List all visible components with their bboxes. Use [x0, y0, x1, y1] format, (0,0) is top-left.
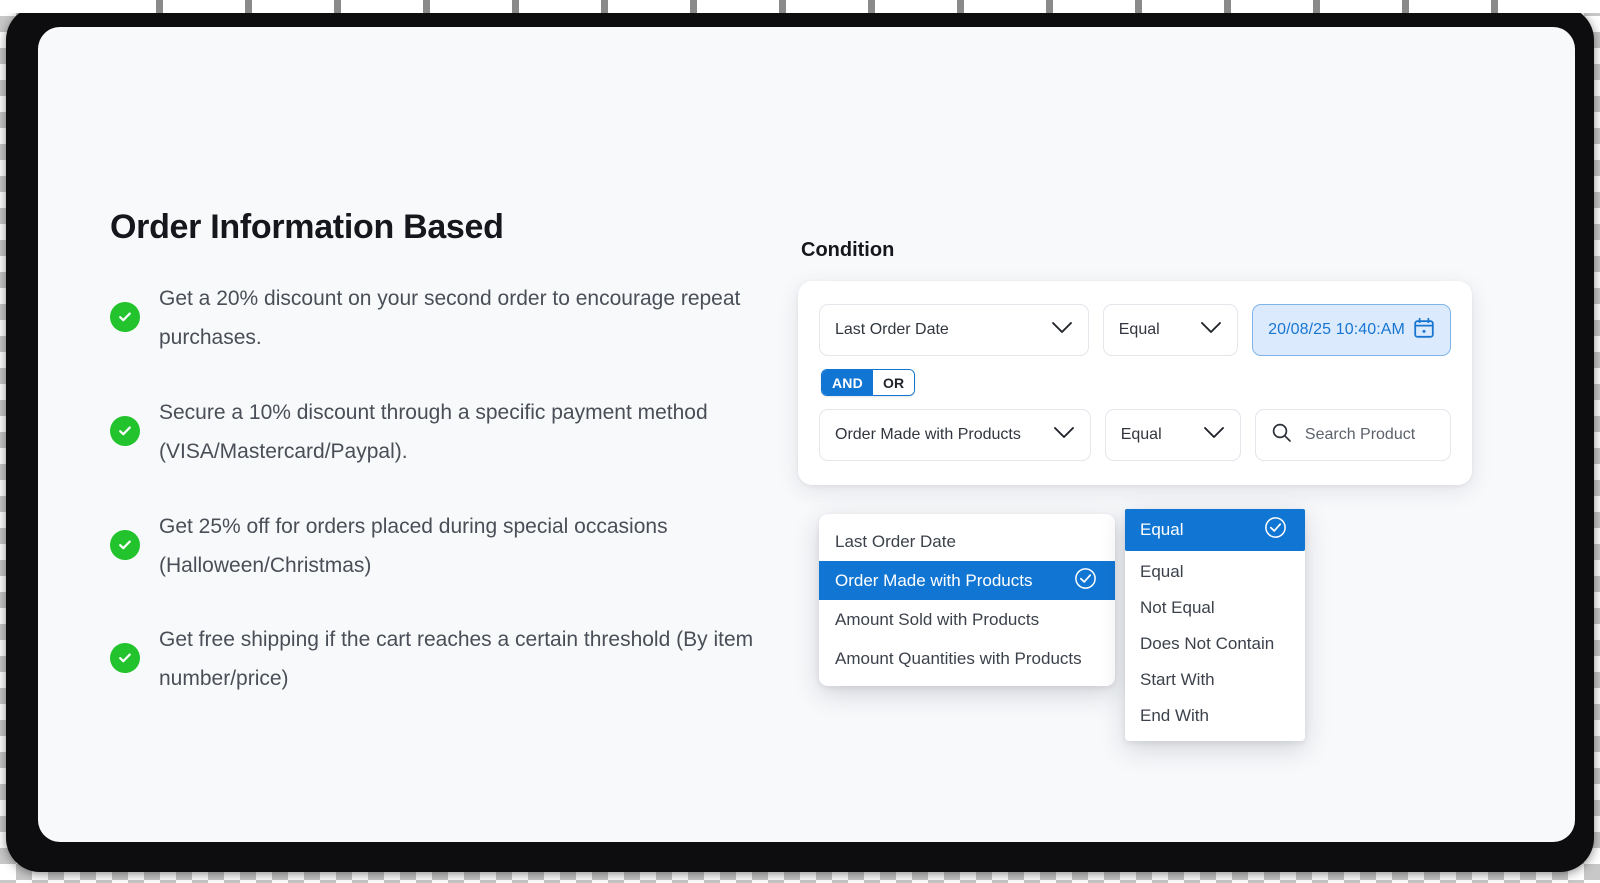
- attribute-dropdown-menu[interactable]: Last Order Date Order Made with Products…: [819, 514, 1115, 686]
- operator-option-not-equal[interactable]: Not Equal: [1125, 593, 1305, 623]
- menu-item-label: Order Made with Products: [835, 570, 1033, 590]
- operator-option-does-not-contain[interactable]: Does Not Contain: [1125, 629, 1305, 659]
- attribute-select-value: Last Order Date: [835, 321, 949, 338]
- logic-toggle-and[interactable]: AND: [822, 370, 873, 395]
- check-circle-icon: [110, 643, 140, 674]
- logic-operator-toggle[interactable]: AND OR: [821, 369, 916, 396]
- page-title: Order Information Based: [110, 208, 504, 246]
- menu-item-label: Equal: [1140, 562, 1184, 581]
- search-product-field-row-2[interactable]: Search Product: [1254, 409, 1451, 461]
- check-circle-icon: [1264, 516, 1287, 544]
- app-canvas: Order Information Based Get a 20% discou…: [38, 27, 1575, 842]
- condition-panel: Last Order Date Equal 20/08/25 10:40:AM …: [798, 281, 1472, 741]
- condition-row-2: Order Made with Products Equal Search Pr…: [819, 409, 1451, 461]
- logic-toggle-or[interactable]: OR: [872, 370, 915, 395]
- attribute-select-value: Order Made with Products: [835, 426, 1021, 443]
- chevron-down-icon: [1051, 321, 1073, 339]
- operator-option-start-with[interactable]: Start With: [1125, 665, 1305, 695]
- top-ruler-strip: [0, 0, 1600, 13]
- check-circle-icon: [110, 529, 140, 560]
- date-value-text: 20/08/25 10:40:AM: [1268, 321, 1405, 338]
- menu-item-label: Does Not Contain: [1140, 634, 1275, 653]
- list-item-label: Get 25% off for orders placed during spe…: [159, 514, 668, 577]
- order-info-section: Order Information Based Get a 20% discou…: [110, 208, 810, 699]
- menu-item-label: End With: [1140, 706, 1209, 725]
- list-item-label: Get free shipping if the cart reaches a …: [159, 628, 754, 691]
- check-circle-icon: [1074, 567, 1097, 595]
- benefit-list: Get a 20% discount on your second order …: [110, 280, 810, 699]
- calendar-icon[interactable]: [1413, 317, 1435, 344]
- operator-select-row-2[interactable]: Equal: [1104, 409, 1241, 461]
- list-item-label: Get a 20% discount on your second order …: [159, 287, 741, 350]
- chevron-down-icon: [1200, 321, 1222, 339]
- menu-item-label: Start With: [1140, 670, 1215, 689]
- check-circle-icon: [110, 302, 140, 333]
- list-item: Get free shipping if the cart reaches a …: [110, 621, 810, 699]
- condition-builder: Condition Last Order Date Equal 20/08/25…: [798, 239, 1538, 741]
- operator-select-row-1[interactable]: Equal: [1102, 304, 1239, 356]
- device-frame: Order Information Based Get a 20% discou…: [6, 6, 1594, 872]
- search-product-placeholder: Search Product: [1304, 426, 1416, 443]
- operator-dropdown-menu[interactable]: Equal Equal Not Equal Does Not Contain S…: [1125, 509, 1305, 741]
- operator-select-value: Equal: [1120, 426, 1162, 443]
- operator-option-equal[interactable]: Equal: [1125, 557, 1305, 587]
- list-item: Get 25% off for orders placed during spe…: [110, 508, 810, 586]
- list-item-label: Secure a 10% discount through a specific…: [159, 401, 708, 463]
- attribute-option-amount-quantities-with-products[interactable]: Amount Quantities with Products: [819, 639, 1115, 678]
- menu-item-label: Amount Sold with Products: [835, 609, 1040, 629]
- list-item: Get a 20% discount on your second order …: [110, 280, 810, 358]
- menu-item-label: Equal: [1140, 520, 1184, 539]
- operator-select-value: Equal: [1118, 321, 1160, 338]
- attribute-option-order-made-with-products[interactable]: Order Made with Products: [819, 561, 1115, 600]
- condition-section-label: Condition: [801, 239, 895, 261]
- attribute-select-row-1[interactable]: Last Order Date: [819, 304, 1089, 356]
- chevron-down-icon: [1053, 426, 1075, 444]
- menu-item-label: Not Equal: [1140, 598, 1215, 617]
- list-item: Secure a 10% discount through a specific…: [110, 394, 810, 472]
- search-icon: [1271, 422, 1292, 448]
- date-value-field-row-1[interactable]: 20/08/25 10:40:AM: [1252, 304, 1451, 356]
- condition-row-1: Last Order Date Equal 20/08/25 10:40:AM: [819, 304, 1451, 356]
- menu-item-label: Amount Quantities with Products: [835, 648, 1082, 668]
- menu-item-label: Last Order Date: [835, 531, 956, 551]
- attribute-option-amount-sold-with-products[interactable]: Amount Sold with Products: [819, 600, 1115, 639]
- attribute-option-last-order-date[interactable]: Last Order Date: [819, 522, 1115, 561]
- operator-option-end-with[interactable]: End With: [1125, 701, 1305, 731]
- chevron-down-icon: [1203, 426, 1225, 444]
- operator-selected-value[interactable]: Equal: [1125, 509, 1305, 551]
- check-circle-icon: [110, 416, 140, 447]
- attribute-select-row-2[interactable]: Order Made with Products: [819, 409, 1091, 461]
